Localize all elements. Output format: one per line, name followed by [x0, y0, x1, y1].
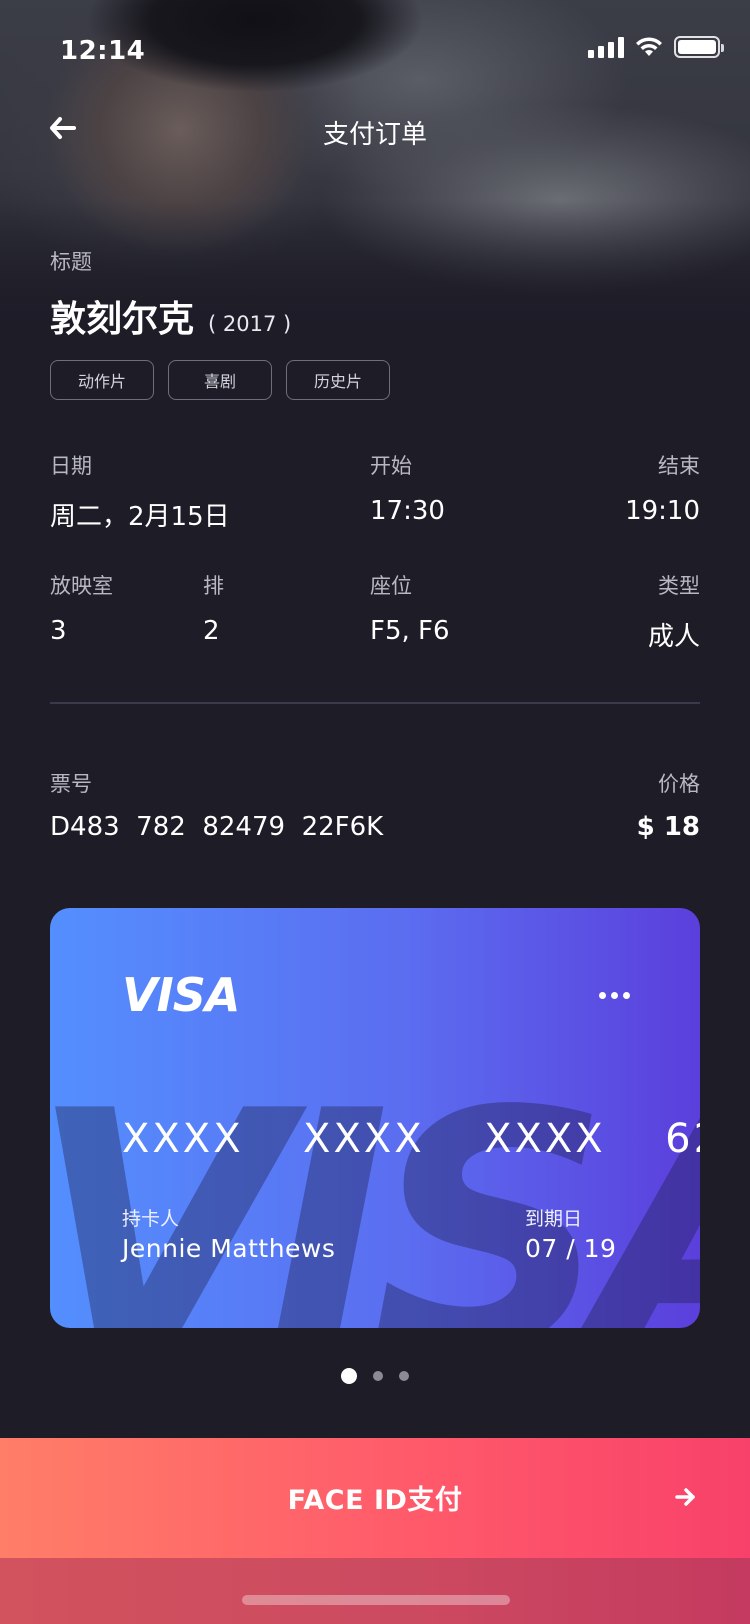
- price-value: $ 18: [636, 812, 700, 842]
- pay-button-label: FACE ID支付: [287, 1485, 463, 1516]
- movie-title: 敦刻尔克 ( 2017 ): [50, 290, 291, 342]
- row-label: 排: [203, 574, 224, 598]
- navigation-bar: 支付订单: [0, 100, 750, 160]
- price-info: 价格 $ 18: [637, 768, 700, 842]
- card-expiry-label: 到期日: [525, 1208, 583, 1230]
- row-info: 排 2: [203, 570, 224, 646]
- start-info: 开始 17:30: [370, 450, 445, 526]
- pagination-dot[interactable]: [399, 1371, 409, 1381]
- type-value: 成人: [647, 622, 700, 652]
- type-info: 类型 成人: [648, 570, 700, 653]
- movie-title-label: 标题: [50, 250, 92, 274]
- card-expiry-value: 07 / 19: [525, 1234, 617, 1263]
- more-dots-icon[interactable]: [599, 992, 630, 999]
- arrow-right-icon: [675, 1488, 695, 1506]
- section-divider: [50, 702, 700, 704]
- seat-label: 座位: [370, 574, 412, 598]
- genre-tag[interactable]: 历史片: [286, 360, 390, 400]
- end-label: 结束: [658, 454, 700, 478]
- date-label: 日期: [50, 454, 92, 478]
- hall-value: 3: [50, 616, 67, 646]
- card-holder-label: 持卡人: [122, 1208, 180, 1230]
- page-title: 支付订单: [322, 120, 427, 150]
- card-number: XXXX XXXX XXXX 6265: [122, 1116, 700, 1162]
- date-info: 日期 周二，2月15日: [50, 450, 230, 533]
- genre-tags: 动作片 喜剧 历史片: [50, 360, 390, 400]
- payment-card[interactable]: VISA VISA XXXX XXXX XXXX 6265 持卡人 Jennie…: [50, 908, 700, 1328]
- movie-year: ( 2017 ): [208, 312, 292, 336]
- start-value: 17:30: [370, 496, 445, 526]
- type-label: 类型: [658, 574, 700, 598]
- seat-info: 座位 F5, F6: [370, 570, 450, 646]
- signal-icon: [588, 36, 624, 58]
- home-indicator[interactable]: [242, 1595, 510, 1605]
- start-label: 开始: [370, 454, 412, 478]
- hall-info: 放映室 3: [50, 570, 113, 646]
- visa-logo: VISA: [122, 968, 240, 1022]
- genre-tag[interactable]: 动作片: [50, 360, 154, 400]
- row-value: 2: [203, 616, 220, 646]
- end-value: 19:10: [625, 496, 700, 526]
- hall-label: 放映室: [50, 574, 113, 598]
- ticket-number-value: D483 782 82479 22F6K: [50, 812, 384, 842]
- wifi-icon: [636, 37, 662, 56]
- card-pagination: [0, 1368, 750, 1384]
- genre-tag[interactable]: 喜剧: [168, 360, 272, 400]
- pagination-dot[interactable]: [373, 1371, 383, 1381]
- date-value: 周二，2月15日: [50, 502, 230, 532]
- price-label: 价格: [658, 772, 700, 796]
- ticket-number-label: 票号: [50, 772, 92, 796]
- battery-icon: [674, 36, 724, 58]
- end-info: 结束 19:10: [625, 450, 700, 526]
- face-id-pay-button[interactable]: FACE ID支付: [0, 1438, 750, 1558]
- card-watermark: VISA: [50, 1041, 700, 1328]
- status-bar: 12:14: [0, 0, 750, 100]
- pagination-dot[interactable]: [341, 1368, 357, 1384]
- status-time: 12:14: [60, 36, 146, 66]
- ticket-number-info: 票号 D483 782 82479 22F6K: [50, 768, 383, 842]
- bottom-safe-area: [0, 1558, 750, 1624]
- movie-name: 敦刻尔克: [50, 299, 195, 340]
- seat-value: F5, F6: [370, 616, 450, 646]
- status-icons: [588, 36, 724, 58]
- card-holder-name: Jennie Matthews: [122, 1234, 336, 1263]
